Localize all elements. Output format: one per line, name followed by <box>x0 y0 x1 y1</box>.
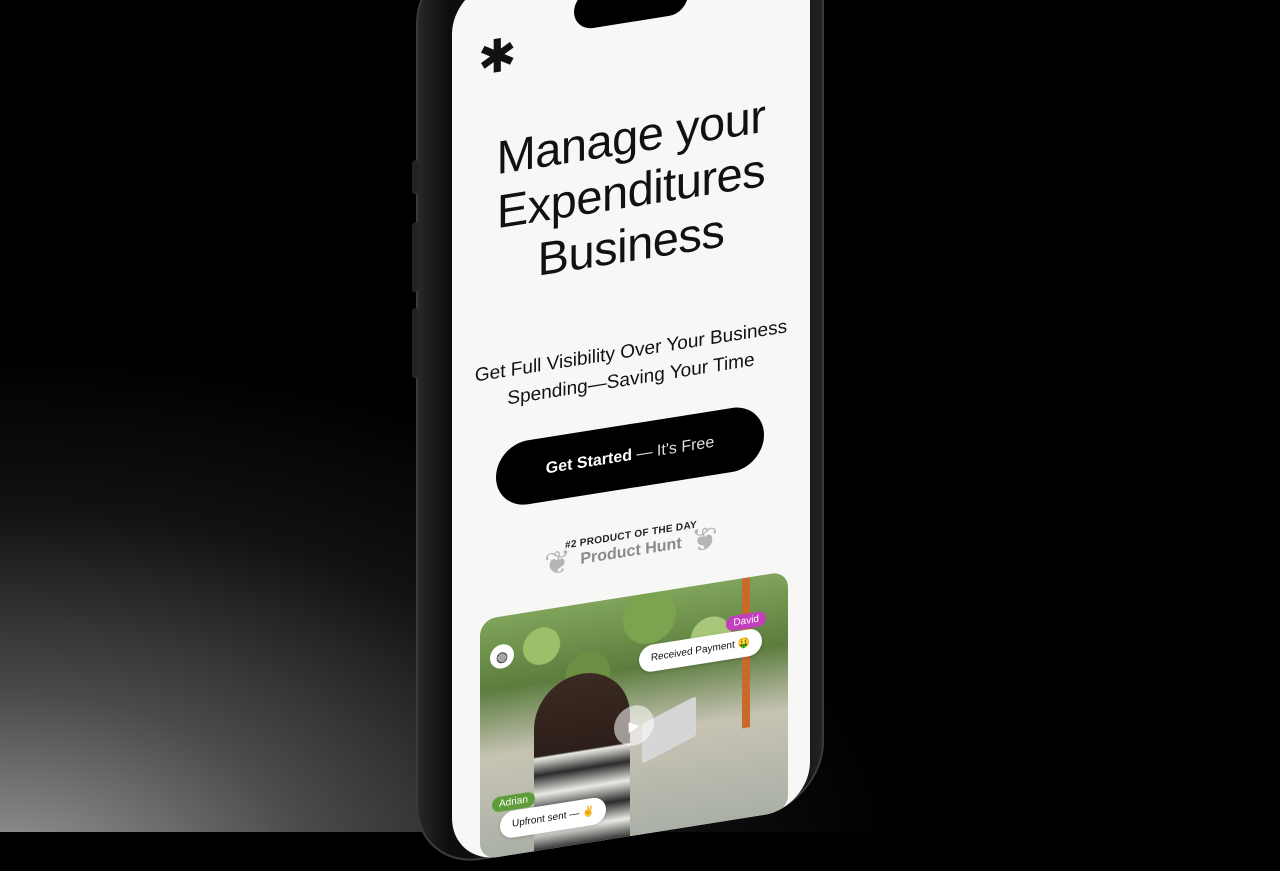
phone-mockup: ✱ Manage your Expenditures Business Get … <box>412 0 824 870</box>
dynamic-island <box>574 0 688 31</box>
phone-screen: ✱ Manage your Expenditures Business Get … <box>452 0 810 865</box>
get-started-button[interactable]: Get Started — It's Free <box>496 402 764 510</box>
hero-subtitle: Get Full Visibility Over Your Business S… <box>452 310 810 423</box>
hero-headline: Manage your Expenditures Business <box>452 82 810 301</box>
hero-video[interactable]: ◍ ▶ David Received Payment 🤑 Adrian Upfr… <box>480 571 788 860</box>
cta-label-suffix: — It's Free <box>632 433 715 464</box>
phone-volume-up-button <box>412 221 418 293</box>
asterisk-logo-icon[interactable]: ✱ <box>478 26 517 86</box>
phone-volume-down-button <box>412 307 418 379</box>
phone-mute-button <box>412 159 418 195</box>
cta-label: Get Started <box>545 446 633 478</box>
